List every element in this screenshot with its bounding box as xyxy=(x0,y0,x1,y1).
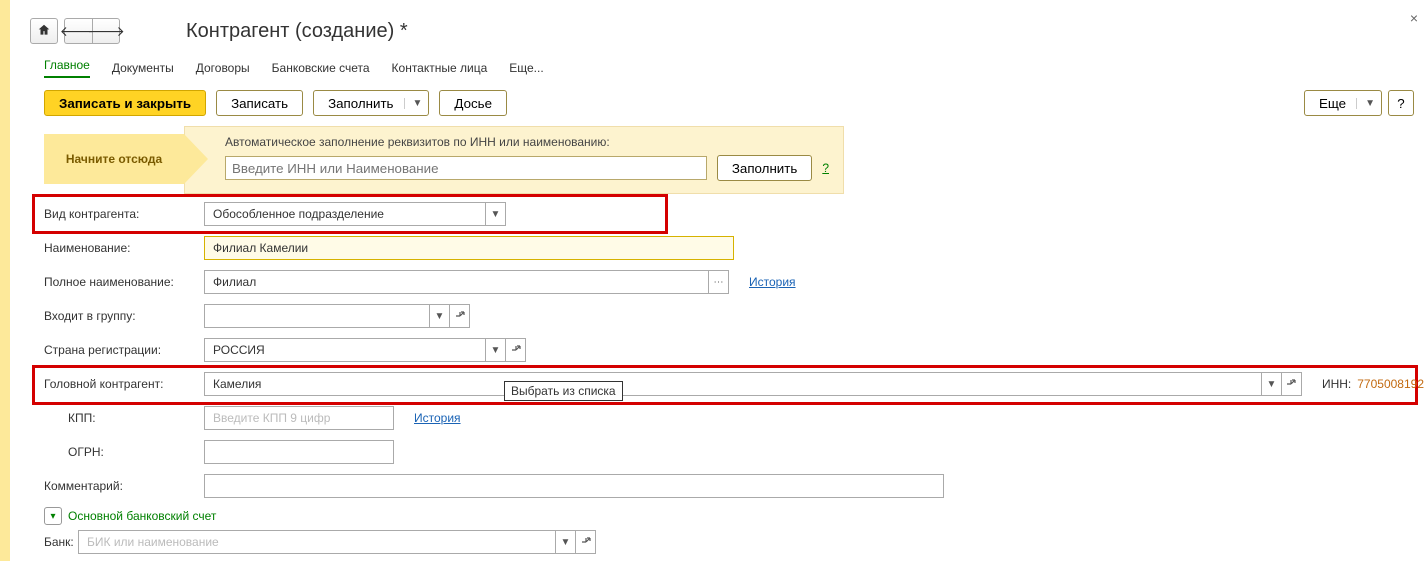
fullname-label: Полное наименование: xyxy=(44,275,194,289)
name-input[interactable] xyxy=(211,237,727,259)
ogrn-field[interactable] xyxy=(204,440,394,464)
head-label: Головной контрагент: xyxy=(44,377,194,391)
tab-contacts[interactable]: Контактные лица xyxy=(392,61,488,75)
bank-input[interactable] xyxy=(85,531,549,553)
fill-button[interactable]: Заполнить ▼ xyxy=(313,90,429,116)
select-from-list-tooltip: Выбрать из списка xyxy=(504,381,623,401)
kpp-field[interactable] xyxy=(204,406,394,430)
kpp-label: КПП: xyxy=(44,411,194,425)
group-field[interactable] xyxy=(204,304,430,328)
chevron-down-icon: ▾ xyxy=(44,507,62,525)
help-button[interactable]: ? xyxy=(1388,90,1414,116)
forward-button[interactable]: 🡒 xyxy=(92,18,120,44)
more-button-label: Еще xyxy=(1319,96,1346,111)
dossier-button[interactable]: Досье xyxy=(439,90,507,116)
kpp-input[interactable] xyxy=(211,407,387,429)
comment-input[interactable] xyxy=(211,475,937,497)
name-label: Наименование: xyxy=(44,241,194,255)
group-input[interactable] xyxy=(211,305,423,327)
bank-section-toggle[interactable]: ▾ Основной банковский счет xyxy=(44,507,1424,525)
bank-field[interactable] xyxy=(78,530,556,554)
head-dropdown-button[interactable]: ▼ xyxy=(1262,372,1282,396)
fullname-field[interactable] xyxy=(204,270,709,294)
country-input[interactable] xyxy=(211,339,479,361)
arrow-right-icon: 🡒 xyxy=(87,23,125,40)
chevron-down-icon: ▼ xyxy=(1356,98,1375,109)
inn-label: ИНН: xyxy=(1322,377,1351,391)
ogrn-input[interactable] xyxy=(211,441,387,463)
type-input[interactable] xyxy=(211,203,479,225)
fullname-history-link[interactable]: История xyxy=(749,275,796,289)
home-icon xyxy=(37,23,51,40)
country-field[interactable] xyxy=(204,338,486,362)
type-field[interactable] xyxy=(204,202,486,226)
save-close-button[interactable]: Записать и закрыть xyxy=(44,90,206,116)
bank-open-button[interactable] xyxy=(576,530,596,554)
home-button[interactable] xyxy=(30,18,58,44)
group-label: Входит в группу: xyxy=(44,309,194,323)
comment-field[interactable] xyxy=(204,474,944,498)
close-icon[interactable]: × xyxy=(1410,10,1418,26)
group-dropdown-button[interactable]: ▼ xyxy=(430,304,450,328)
group-open-button[interactable] xyxy=(450,304,470,328)
start-here-label: Начните отсюда xyxy=(44,134,184,184)
chevron-down-icon: ▼ xyxy=(404,98,423,109)
head-field[interactable] xyxy=(204,372,1262,396)
tab-main[interactable]: Главное xyxy=(44,58,90,78)
save-button[interactable]: Записать xyxy=(216,90,303,116)
inn-value: 7705008192 xyxy=(1357,377,1424,391)
country-label: Страна регистрации: xyxy=(44,343,194,357)
fullname-picker-button[interactable]: ⋯ xyxy=(709,270,729,294)
comment-label: Комментарий: xyxy=(44,479,194,493)
head-input[interactable] xyxy=(211,373,1255,395)
more-button[interactable]: Еще ▼ xyxy=(1304,90,1382,116)
ogrn-label: ОГРН: xyxy=(44,445,194,459)
head-open-button[interactable] xyxy=(1282,372,1302,396)
autofill-hint: Автоматическое заполнение реквизитов по … xyxy=(225,135,829,149)
kpp-history-link[interactable]: История xyxy=(414,411,461,425)
type-label: Вид контрагента: xyxy=(44,207,194,221)
autofill-help-link[interactable]: ? xyxy=(822,161,829,175)
page-title: Контрагент (создание) * xyxy=(186,20,408,43)
country-open-button[interactable] xyxy=(506,338,526,362)
fill-button-label: Заполнить xyxy=(328,96,393,111)
bank-label: Банк: xyxy=(0,535,68,549)
bank-section-label: Основной банковский счет xyxy=(68,509,216,523)
autofill-input[interactable] xyxy=(225,156,707,180)
type-dropdown-button[interactable]: ▼ xyxy=(486,202,506,226)
bank-dropdown-button[interactable]: ▼ xyxy=(556,530,576,554)
tab-bank-accounts[interactable]: Банковские счета xyxy=(272,61,370,75)
name-field[interactable] xyxy=(204,236,734,260)
country-dropdown-button[interactable]: ▼ xyxy=(486,338,506,362)
tab-documents[interactable]: Документы xyxy=(112,61,174,75)
tab-contracts[interactable]: Договоры xyxy=(196,61,250,75)
tab-more[interactable]: Еще... xyxy=(509,61,543,75)
fullname-input[interactable] xyxy=(211,271,702,293)
autofill-fill-button[interactable]: Заполнить xyxy=(717,155,812,181)
